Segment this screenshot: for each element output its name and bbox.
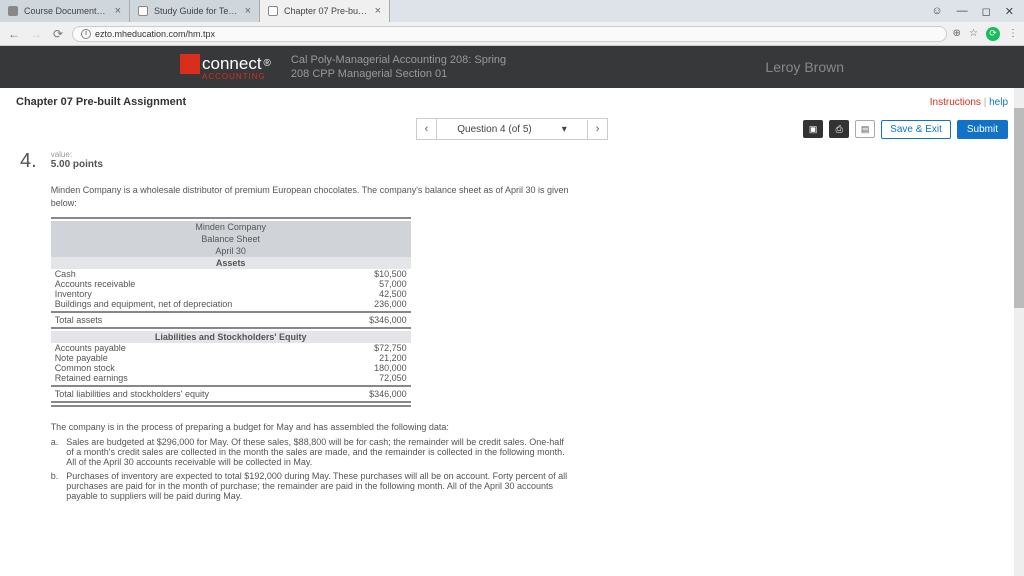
close-icon[interactable]: × <box>115 5 121 17</box>
tab-favicon <box>268 6 278 16</box>
balance-sheet: Minden Company Balance Sheet April 30 As… <box>51 217 411 407</box>
brand-bar: connect ® ACCOUNTING Cal Poly-Managerial… <box>0 46 1024 88</box>
brand-sub: ACCOUNTING <box>202 72 271 81</box>
window-controls: ☺ — ◻ ✕ <box>921 5 1024 18</box>
value-label: value: <box>51 150 571 159</box>
followup-intro: The company is in the process of prepari… <box>51 421 571 433</box>
course-line1: Cal Poly-Managerial Accounting 208: Spri… <box>291 53 745 67</box>
help-link[interactable]: help <box>989 97 1008 108</box>
close-icon[interactable]: × <box>375 5 381 17</box>
prev-question-button[interactable]: ‹ <box>417 119 438 139</box>
item-marker: b. <box>51 471 59 501</box>
question-body: 4. value: 5.00 points Minden Company is … <box>16 150 1008 501</box>
back-icon[interactable]: ← <box>6 27 22 41</box>
bs-date: April 30 <box>51 245 411 257</box>
course-line2: 208 CPP Managerial Section 01 <box>291 67 745 81</box>
menu-icon[interactable]: ⋮ <box>1008 28 1018 39</box>
item-text: Purchases of inventory are expected to t… <box>66 471 570 501</box>
submit-button[interactable]: Submit <box>957 120 1008 139</box>
tab-favicon <box>8 6 18 16</box>
url-input[interactable]: i ezto.mheducation.com/hm.tpx <box>72 26 947 42</box>
brand-name: connect <box>202 54 262 74</box>
table-row: Retained earnings72,050 <box>51 373 411 383</box>
action-buttons: ▣ ⎙ ▤ Save & Exit Submit <box>803 120 1008 139</box>
table-row: Buildings and equipment, net of deprecia… <box>51 299 411 309</box>
scrollbar[interactable] <box>1014 88 1024 576</box>
browser-titlebar: Course Documents – MH × Study Guide for … <box>0 0 1024 22</box>
save-exit-button[interactable]: Save & Exit <box>881 120 951 139</box>
tab-title: Course Documents – MH <box>24 6 109 16</box>
brand-logo: connect ® ACCOUNTING <box>180 54 271 81</box>
question-nav-row: ‹ Question 4 (of 5) ▾ › ▣ ⎙ ▤ Save & Exi… <box>16 114 1008 150</box>
total-liab-row: Total liabilities and stockholders' equi… <box>51 389 411 399</box>
maximize-icon[interactable]: ◻ <box>982 5 991 18</box>
assets-heading: Assets <box>51 257 411 269</box>
minimize-icon[interactable]: — <box>957 5 968 18</box>
browser-tab[interactable]: Course Documents – MH × <box>0 0 130 22</box>
question-label: Question 4 (of 5) <box>457 124 531 135</box>
camera-icon[interactable]: ▣ <box>803 120 823 138</box>
browser-tab[interactable]: Study Guide for Test-2- × <box>130 0 260 22</box>
table-row: Inventory42,500 <box>51 289 411 299</box>
question-selector[interactable]: Question 4 (of 5) ▾ <box>437 120 588 139</box>
user-icon[interactable]: ☺ <box>931 5 942 18</box>
close-icon[interactable]: × <box>245 5 251 17</box>
points: 5.00 points <box>51 159 571 170</box>
table-row: Accounts receivable57,000 <box>51 279 411 289</box>
list-item: a. Sales are budgeted at $296,000 for Ma… <box>51 437 571 467</box>
address-bar: ← → ⟳ i ezto.mheducation.com/hm.tpx ⊕ ☆ … <box>0 22 1024 46</box>
table-row: Accounts payable$72,750 <box>51 343 411 353</box>
reload-icon[interactable]: ⟳ <box>50 27 66 41</box>
addr-right-icons: ⊕ ☆ ⟳ ⋮ <box>953 27 1018 41</box>
tab-title: Chapter 07 Pre-built Ass <box>284 6 369 16</box>
chevron-down-icon: ▾ <box>562 124 567 135</box>
info-icon[interactable]: i <box>81 29 91 39</box>
print-icon[interactable]: ⎙ <box>829 120 849 138</box>
bs-title: Balance Sheet <box>51 233 411 245</box>
instructions-link[interactable]: Instructions <box>930 97 981 108</box>
mh-logo-icon <box>180 54 200 74</box>
tab-favicon <box>138 6 148 16</box>
item-marker: a. <box>51 437 59 467</box>
browser-tabs: Course Documents – MH × Study Guide for … <box>0 0 390 22</box>
list-item: b. Purchases of inventory are expected t… <box>51 471 571 501</box>
course-title: Cal Poly-Managerial Accounting 208: Spri… <box>291 53 745 82</box>
extension-icon[interactable]: ⟳ <box>986 27 1000 41</box>
references-icon[interactable]: ▤ <box>855 120 875 138</box>
item-text: Sales are budgeted at $296,000 for May. … <box>66 437 570 467</box>
table-row: Note payable21,200 <box>51 353 411 363</box>
scrollbar-thumb[interactable] <box>1014 108 1024 308</box>
main-content: Chapter 07 Pre-built Assignment Instruct… <box>0 88 1024 576</box>
next-question-button[interactable]: › <box>588 119 608 139</box>
assignment-header: Chapter 07 Pre-built Assignment Instruct… <box>16 94 1008 114</box>
forward-icon[interactable]: → <box>28 27 44 41</box>
user-name: Leroy Brown <box>765 59 844 75</box>
browser-tab-active[interactable]: Chapter 07 Pre-built Ass × <box>260 0 390 22</box>
star-icon[interactable]: ☆ <box>969 28 978 39</box>
table-row: Cash$10,500 <box>51 269 411 279</box>
url-text: ezto.mheducation.com/hm.tpx <box>95 29 215 39</box>
question-intro: Minden Company is a wholesale distributo… <box>51 184 571 209</box>
total-assets-row: Total assets$346,000 <box>51 315 411 325</box>
bs-company: Minden Company <box>51 221 411 233</box>
question-nav: ‹ Question 4 (of 5) ▾ › <box>416 118 609 140</box>
assignment-title: Chapter 07 Pre-built Assignment <box>16 96 186 108</box>
zoom-icon[interactable]: ⊕ <box>953 28 961 39</box>
close-window-icon[interactable]: ✕ <box>1005 5 1014 18</box>
table-row: Common stock180,000 <box>51 363 411 373</box>
tab-title: Study Guide for Test-2- <box>154 6 239 16</box>
question-content: value: 5.00 points Minden Company is a w… <box>51 150 571 501</box>
help-links: Instructions | help <box>930 97 1008 108</box>
question-number: 4. <box>20 150 37 501</box>
liab-heading: Liabilities and Stockholders' Equity <box>51 331 411 343</box>
